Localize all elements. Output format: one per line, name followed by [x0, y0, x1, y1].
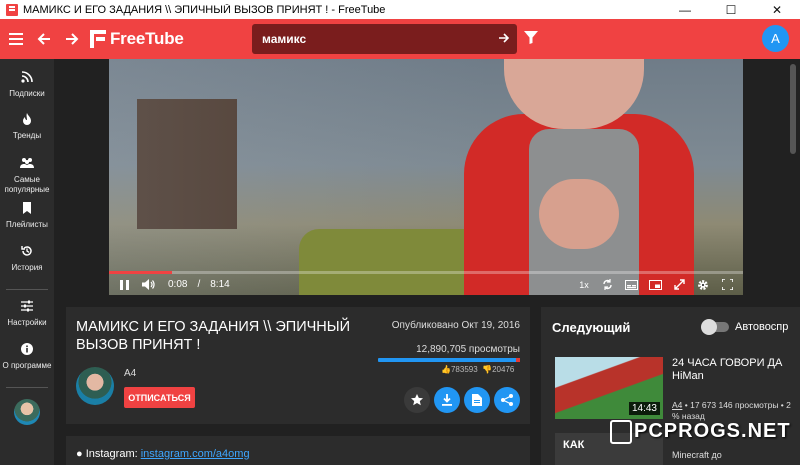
- duration: 8:14: [210, 279, 230, 290]
- time-separator: /: [197, 279, 201, 290]
- sidebar-item-trending[interactable]: Тренды: [0, 113, 54, 141]
- maximize-button[interactable]: ☐: [708, 0, 754, 19]
- video-frame: [109, 59, 743, 295]
- info-icon: [20, 343, 34, 357]
- sidebar-divider: [6, 289, 48, 290]
- users-icon: [20, 157, 34, 171]
- current-time: 0:08: [168, 279, 188, 290]
- flame-icon: [20, 113, 34, 127]
- video-description: ● Instagram: instagram.com/a4omg: [66, 436, 530, 465]
- video-title: МАМИКС И ЕГО ЗАДАНИЯ \\ ЭПИЧНЫЙ ВЫЗОВ ПР…: [76, 319, 351, 353]
- player-controls: 0:08 / 8:14 1x: [109, 274, 743, 295]
- sidebar: Подписки Тренды Самые популярные Плейлис…: [0, 59, 54, 465]
- sliders-icon: [20, 300, 34, 314]
- app-name: FreeTube: [110, 29, 184, 48]
- channel-avatar[interactable]: [76, 367, 114, 405]
- recommendation-meta: A4 • 17 673 146 просмотры • 2 % назад: [672, 400, 797, 422]
- sidebar-item-label: О программе: [2, 361, 52, 370]
- autoplay-toggle[interactable]: [701, 319, 729, 335]
- minimize-button[interactable]: —: [662, 0, 708, 19]
- view-count: 12,890,705 просмотры: [416, 344, 520, 355]
- sidebar-item-history[interactable]: История: [0, 245, 54, 273]
- watermark-icon: [610, 420, 632, 444]
- sidebar-item-label: Тренды: [12, 131, 42, 140]
- picture-in-picture-icon[interactable]: [643, 274, 667, 295]
- description-prefix: ● Instagram:: [76, 448, 141, 460]
- instagram-link[interactable]: instagram.com/a4omg: [141, 448, 250, 460]
- recommendation-stats: • 17 673 146 просмотры • 2 % назад: [672, 400, 791, 421]
- settings-gear-icon[interactable]: [691, 274, 715, 295]
- watermark: PCPROGS.NET: [634, 420, 791, 442]
- sidebar-item-about[interactable]: О программе: [0, 343, 54, 371]
- channel-name[interactable]: A4: [124, 368, 136, 379]
- rss-icon: [20, 71, 34, 85]
- scrollbar[interactable]: [790, 64, 796, 154]
- sidebar-item-label: Подписки: [9, 89, 45, 98]
- sidebar-item-settings[interactable]: Настройки: [0, 300, 54, 328]
- fullscreen-icon[interactable]: [715, 274, 739, 295]
- video-player[interactable]: 0:08 / 8:14 1x: [109, 59, 743, 295]
- window-title: МАМИКС И ЕГО ЗАДАНИЯ \\ ЭПИЧНЫЙ ВЫЗОВ ПР…: [23, 3, 386, 16]
- thumbs-down-icon: 👎: [482, 365, 493, 374]
- sidebar-item-label: Плейлисты: [6, 220, 48, 229]
- like-ratio-bar: [378, 358, 520, 362]
- sidebar-divider: [6, 387, 48, 388]
- sidebar-item-label: История: [11, 263, 43, 272]
- recommendation-title[interactable]: Minecraft до: [672, 449, 792, 461]
- filter-icon[interactable]: [523, 29, 541, 49]
- bookmark-icon: [20, 202, 34, 216]
- forward-arrow-icon[interactable]: [58, 19, 86, 59]
- thumbnail-text: КАК: [563, 439, 585, 451]
- subscribed-channel-avatar[interactable]: [14, 399, 40, 425]
- favorite-star-icon[interactable]: [404, 387, 430, 413]
- like-counts: 👍783593 👎20476: [441, 365, 514, 374]
- autoplay-label: Автовоспр: [735, 321, 789, 333]
- sidebar-item-label: Настройки: [7, 318, 47, 327]
- thumbs-up-icon: 👍: [441, 365, 451, 374]
- share-icon[interactable]: [494, 387, 520, 413]
- app-icon: [6, 3, 18, 16]
- publish-date: Опубликовано Окт 19, 2016: [391, 320, 520, 331]
- back-arrow-icon[interactable]: [30, 19, 58, 59]
- top-nav: FreeTube мамикс A: [0, 19, 800, 59]
- close-button[interactable]: ✕: [754, 0, 800, 19]
- profile-avatar[interactable]: A: [762, 25, 789, 52]
- recommendation-title[interactable]: 24 ЧАСА ГОВОРИ ДА HiMan: [672, 357, 792, 383]
- captions-icon[interactable]: [619, 274, 643, 295]
- sidebar-item-playlists[interactable]: Плейлисты: [0, 202, 54, 230]
- pause-icon[interactable]: [112, 274, 136, 295]
- freetube-logo-icon: [90, 30, 106, 48]
- recommendation-channel[interactable]: A4: [672, 400, 682, 410]
- sidebar-item-popular[interactable]: Самые популярные: [0, 157, 54, 195]
- app-logo[interactable]: FreeTube: [90, 29, 184, 49]
- search-input[interactable]: мамикс: [262, 32, 491, 46]
- video-info-panel: МАМИКС И ЕГО ЗАДАНИЯ \\ ЭПИЧНЫЙ ВЫЗОВ ПР…: [66, 307, 530, 424]
- document-icon[interactable]: [464, 387, 490, 413]
- up-next-heading: Следующий: [552, 320, 631, 335]
- dislike-count: 20476: [492, 365, 515, 374]
- recommendation-thumbnail[interactable]: 14:43: [555, 357, 663, 419]
- playback-speed[interactable]: 1x: [573, 274, 595, 295]
- sidebar-item-label: Самые популярные: [4, 175, 50, 194]
- search-box[interactable]: мамикс: [252, 24, 517, 54]
- unsubscribe-button[interactable]: ОТПИСАТЬСЯ: [124, 387, 195, 408]
- loop-icon[interactable]: [595, 274, 619, 295]
- expand-icon[interactable]: [667, 274, 691, 295]
- window-titlebar: МАМИКС И ЕГО ЗАДАНИЯ \\ ЭПИЧНЫЙ ВЫЗОВ ПР…: [0, 0, 800, 19]
- volume-icon[interactable]: [136, 274, 160, 295]
- history-icon: [20, 245, 34, 259]
- video-duration: 14:43: [628, 402, 660, 415]
- search-submit-arrow-icon[interactable]: [491, 32, 517, 47]
- like-count: 783593: [450, 365, 478, 374]
- download-icon[interactable]: [434, 387, 460, 413]
- menu-icon[interactable]: [2, 19, 30, 59]
- sidebar-item-subscriptions[interactable]: Подписки: [0, 71, 54, 99]
